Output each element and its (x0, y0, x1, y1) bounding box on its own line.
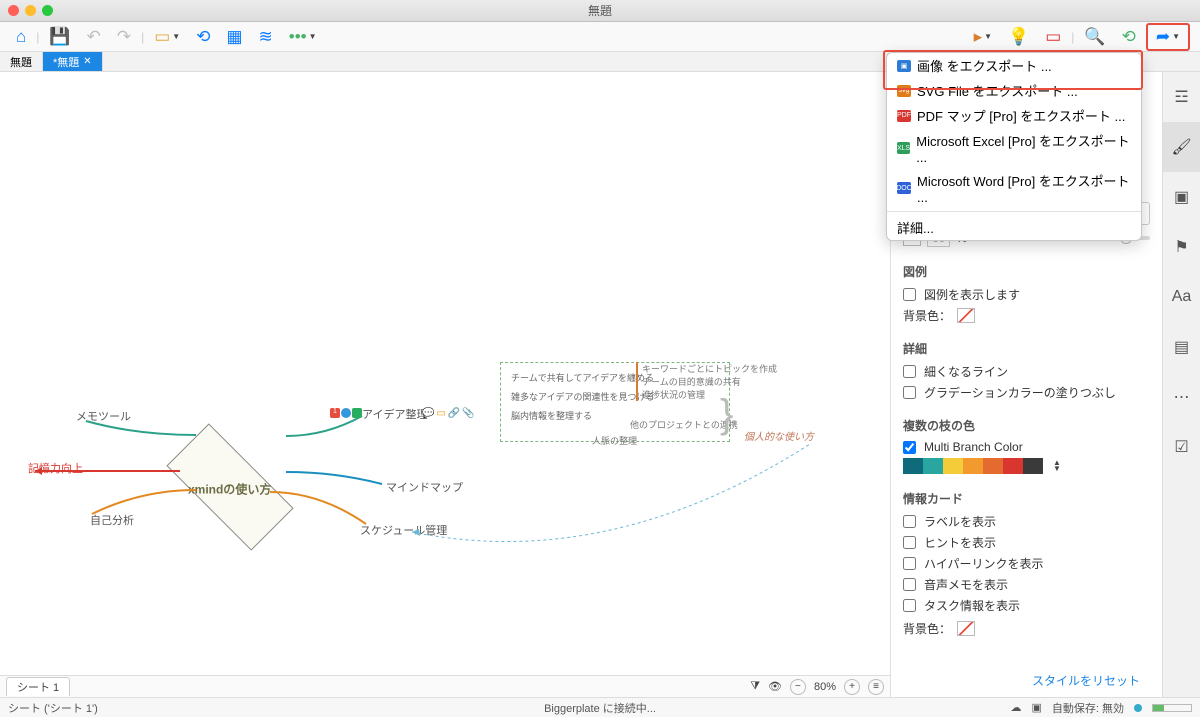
tab-untitled[interactable]: 無題 (0, 52, 43, 71)
reset-style-link[interactable]: スタイルをリセット (1032, 672, 1140, 689)
close-tab-icon[interactable]: ✕ (83, 56, 91, 67)
fit-button[interactable]: ≡ (868, 679, 884, 695)
status-bar: シート ('シート 1') Biggerplate に接続中... ☁ ▣ 自動… (0, 697, 1200, 717)
show-label-checkbox[interactable] (903, 515, 916, 528)
brainstorm-button[interactable]: 💡 (1002, 25, 1035, 49)
show-voicememo-checkbox[interactable] (903, 578, 916, 591)
export-image[interactable]: ▣画像 をエクスポート ... (887, 53, 1141, 78)
topic-button[interactable]: ▭▼ (148, 25, 186, 49)
sheet-bar: シート 1 ⧩ 👁 − 80% + ≡ (0, 675, 890, 697)
topic-sched[interactable]: スケジュール管理 (360, 522, 447, 538)
callout[interactable]: 個人的な使い方 (744, 428, 814, 443)
eye-icon[interactable]: 👁 (768, 680, 782, 693)
show-hyperlink-checkbox[interactable] (903, 557, 916, 570)
detail-heading: 詳細 (903, 340, 1150, 357)
summary-button[interactable]: ≋ (253, 25, 279, 49)
search-button[interactable]: 🔍 (1078, 25, 1111, 49)
export-menu: ▣画像 をエクスポート ... svgSVG File をエクスポート ... … (886, 52, 1142, 241)
multibranch-checkbox[interactable] (903, 441, 916, 454)
infocard-bgcolor[interactable] (957, 621, 975, 636)
more-button[interactable]: •••▼ (283, 25, 323, 49)
notes-icon[interactable]: ▤ (1163, 322, 1200, 372)
export-pdf[interactable]: PDFPDF マップ [Pro] をエクスポート ... (887, 103, 1141, 128)
topic-self[interactable]: 自己分析 (90, 512, 134, 528)
topic-idea[interactable]: アイデア整理 (362, 406, 427, 422)
text-style-icon[interactable]: Aa (1163, 272, 1200, 322)
color-palette[interactable] (903, 458, 1043, 474)
share-button[interactable]: ⟲ (1116, 25, 1142, 49)
presentation-button[interactable]: ▸▼ (968, 25, 998, 49)
show-taskinfo-checkbox[interactable] (903, 599, 916, 612)
outline-icon[interactable]: ☲ (1163, 72, 1200, 122)
gantt-button[interactable]: ▭ (1039, 25, 1067, 49)
image-icon[interactable]: ▣ (1163, 172, 1200, 222)
minimize-window-button[interactable] (25, 5, 36, 16)
zoom-in-button[interactable]: + (844, 679, 860, 695)
show-legend-checkbox[interactable] (903, 288, 916, 301)
tab-untitled-active[interactable]: *無題 ✕ (43, 52, 103, 71)
topic-markers: 1 (330, 408, 362, 418)
topic-mind[interactable]: マインドマップ (386, 479, 463, 495)
export-excel[interactable]: XLSMicrosoft Excel [Pro] をエクスポート ... (887, 128, 1141, 168)
topic-attachments: 💬▭🔗📎 (422, 408, 475, 419)
save-button[interactable]: 💾 (43, 25, 76, 49)
export-svg[interactable]: svgSVG File をエクスポート ... (887, 78, 1141, 103)
export-more[interactable]: 詳細... (887, 215, 1141, 240)
undo-button[interactable]: ↶ (81, 25, 107, 49)
sync-icon[interactable]: ▣ (1031, 701, 1041, 714)
zoom-value: 80% (814, 681, 836, 693)
marker-icon[interactable]: ⚑ (1163, 222, 1200, 272)
zoom-out-button[interactable]: − (790, 679, 806, 695)
legend-heading: 図例 (903, 263, 1150, 280)
filter-icon[interactable]: ⧩ (750, 680, 760, 693)
status-left: シート ('シート 1') (8, 700, 98, 716)
autosave-status: 自動保存: 無効 (1052, 700, 1124, 716)
status-center: Biggerplate に接続中... (544, 700, 656, 716)
cloud-icon[interactable]: ☁ (1010, 701, 1021, 714)
show-hint-checkbox[interactable] (903, 536, 916, 549)
comments-icon[interactable]: ⋯ (1163, 372, 1200, 422)
central-topic[interactable]: xmindの使い方 (170, 457, 290, 517)
memory-bar (1152, 704, 1192, 712)
main-toolbar: ⌂ | 💾 ↶ ↷ | ▭▼ ⟲ ▦ ≋ •••▼ ▸▼ 💡 ▭ | 🔍 ⟲ ➦… (0, 22, 1200, 52)
topic-memo[interactable]: メモツール (76, 408, 131, 424)
thin-line-checkbox[interactable] (903, 365, 916, 378)
mindmap-canvas[interactable]: xmindの使い方 メモツール 記憶力向上 自己分析 アイデア整理 1 💬▭🔗📎… (0, 72, 890, 675)
export-button[interactable]: ➦▼ (1150, 25, 1186, 49)
gradient-fill-checkbox[interactable] (903, 386, 916, 399)
legend-bgcolor[interactable] (957, 308, 975, 323)
task-icon[interactable]: ☑ (1163, 422, 1200, 472)
status-dot (1134, 704, 1142, 712)
close-window-button[interactable] (8, 5, 19, 16)
summary-brace: } (720, 392, 733, 437)
fullscreen-window-button[interactable] (42, 5, 53, 16)
multibranch-heading: 複数の枝の色 (903, 417, 1150, 434)
export-word[interactable]: DOCMicrosoft Word [Pro] をエクスポート ... (887, 168, 1141, 208)
relationship-button[interactable]: ⟲ (190, 25, 216, 49)
topic-memory[interactable]: 記憶力向上 (28, 460, 83, 476)
sheet-tab[interactable]: シート 1 (6, 677, 70, 696)
right-icon-bar: ☲ 🖌 ▣ ⚑ Aa ▤ ⋯ ☑ (1162, 72, 1200, 697)
format-icon[interactable]: 🖌 (1163, 122, 1200, 172)
window-title: 無題 (588, 2, 612, 19)
redo-button[interactable]: ↷ (111, 25, 137, 49)
boundary-button[interactable]: ▦ (220, 25, 248, 49)
infocard-heading: 情報カード (903, 490, 1150, 507)
home-button[interactable]: ⌂ (10, 25, 32, 49)
